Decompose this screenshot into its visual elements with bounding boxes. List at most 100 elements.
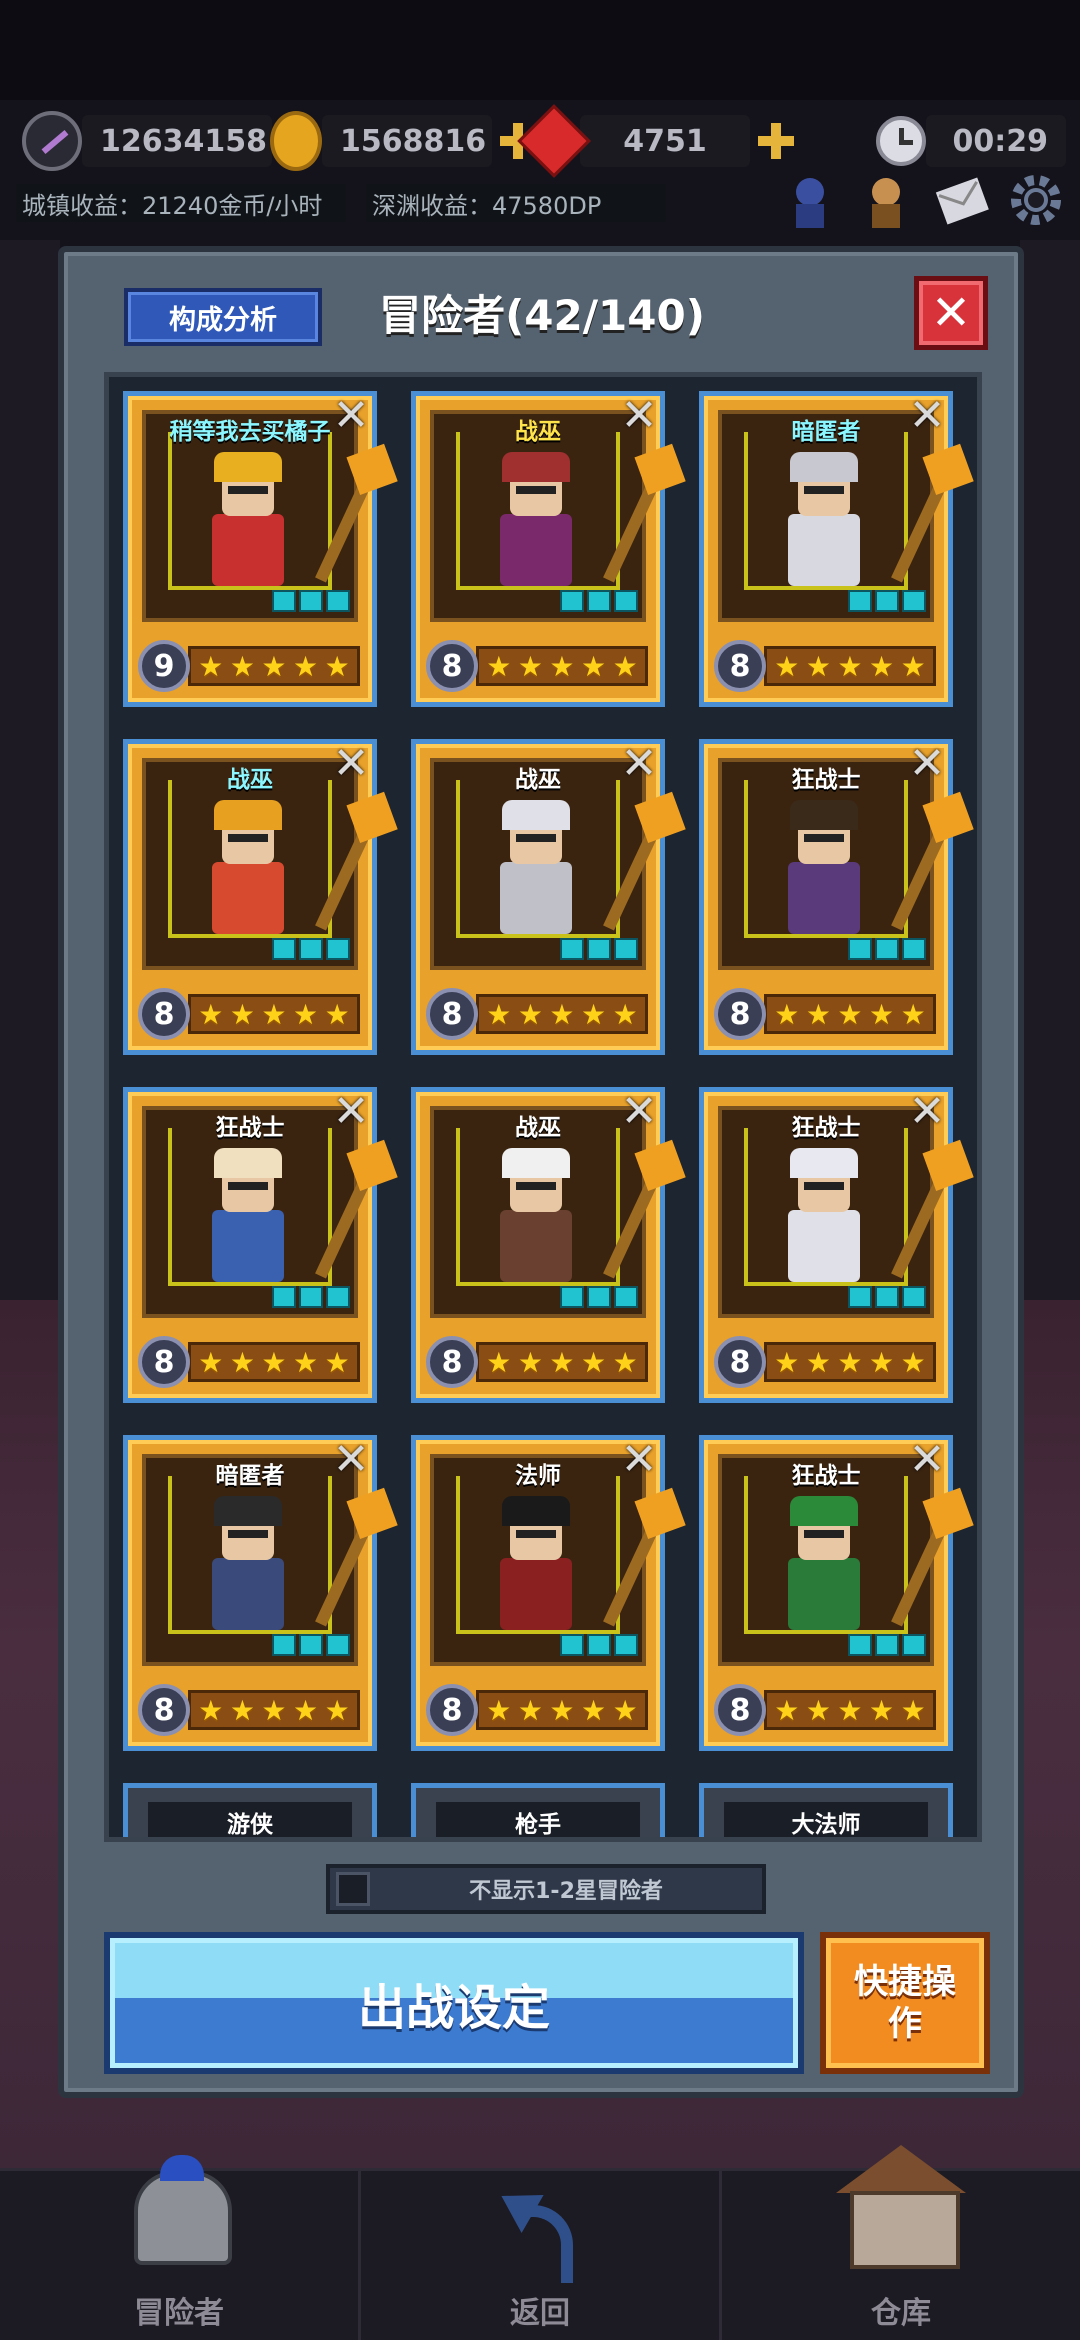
star-icon: ★ xyxy=(900,1345,926,1379)
star-icon: ★ xyxy=(324,1345,350,1379)
equipment-slot-icon xyxy=(560,1286,584,1308)
nav-warehouse[interactable]: 仓库 xyxy=(722,2145,1080,2340)
equipment-slot-icon xyxy=(272,1286,296,1308)
crossed-swords-icon: ✕ xyxy=(332,389,370,441)
adventurer-card[interactable]: 稍等我去买橘子 ✕ 9 ★ ★ ★ ★ ★ xyxy=(123,389,381,707)
adventurer-card[interactable]: 狂战士 ✕ 8 ★ ★ ★ ★ ★ xyxy=(699,1433,957,1751)
star-icon: ★ xyxy=(229,1345,255,1379)
adventurer-card[interactable]: 法师 ✕ 8 ★ ★ ★ ★ ★ xyxy=(411,1433,669,1751)
star-icon: ★ xyxy=(261,997,287,1031)
star-rating: ★ ★ ★ ★ ★ xyxy=(764,646,936,686)
star-icon: ★ xyxy=(774,997,800,1031)
star-icon: ★ xyxy=(293,1345,319,1379)
star-icon: ★ xyxy=(486,1345,512,1379)
star-rating: ★ ★ ★ ★ ★ xyxy=(476,1690,648,1730)
star-icon: ★ xyxy=(293,1693,319,1727)
star-icon: ★ xyxy=(837,1693,863,1727)
abyss-income: 深渊收益：47580DP xyxy=(366,184,666,222)
adventurer-card[interactable]: 狂战士 ✕ 8 ★ ★ ★ ★ ★ xyxy=(123,1086,381,1403)
timer-value: 00:29 xyxy=(926,115,1066,167)
adventurer-card[interactable]: 战巫 ✕ 8 ★ ★ ★ ★ ★ xyxy=(123,738,381,1055)
adventurer-card[interactable]: 战巫 ✕ 8 ★ ★ ★ ★ ★ xyxy=(411,390,669,707)
equipment-slots xyxy=(272,1286,350,1308)
filter-checkbox[interactable] xyxy=(336,1872,370,1906)
adventurer-sprite xyxy=(764,452,884,602)
quick-action-button[interactable]: 快捷操作 xyxy=(820,1932,990,2074)
resource-bar: 12634158 1568816 4751 00:29 xyxy=(0,104,1080,178)
panel-title: 冒险者(42/140) xyxy=(379,291,705,340)
equipment-slots xyxy=(560,1634,638,1656)
star-icon: ★ xyxy=(869,997,895,1031)
crossed-swords-icon: ✕ xyxy=(908,1433,946,1485)
mail-icon[interactable] xyxy=(932,170,992,230)
filter-label: 不显示1-2星冒险者 xyxy=(469,1879,663,1904)
level-badge: 8 xyxy=(138,1684,190,1736)
character-icon[interactable] xyxy=(856,170,916,230)
star-icon: ★ xyxy=(229,997,255,1031)
adventurer-card[interactable]: 狂战士 ✕ 8 ★ ★ ★ ★ ★ xyxy=(699,738,957,1055)
demon-icon[interactable] xyxy=(780,170,840,230)
adventurer-sprite xyxy=(476,1496,596,1646)
star-icon: ★ xyxy=(486,997,512,1031)
equipment-slots xyxy=(848,590,926,612)
adventurer-grid[interactable]: 稍等我去买橘子 ✕ 9 ★ ★ ★ ★ ★ 战巫 ✕ 8 ★ ★ ★ ★ ★ 暗匿者 ✕ 8 ★ ★ ★ ★ ★ 战巫 ✕ 8 ★ ★ ★… xyxy=(104,372,982,1842)
town-income: 城镇收益：21240金币/小时 xyxy=(16,184,346,222)
adventurer-card[interactable]: 暗匿者 ✕ 8 ★ ★ ★ ★ ★ xyxy=(699,389,957,707)
equipment-slot-icon xyxy=(848,590,872,612)
background-top xyxy=(0,0,1080,100)
hide-low-star-filter[interactable]: 不显示1-2星冒险者 xyxy=(326,1864,766,1914)
adventurer-card[interactable]: 狂战士 ✕ 8 ★ ★ ★ ★ ★ xyxy=(699,1086,957,1403)
close-button[interactable]: ✕ xyxy=(914,276,988,350)
crossed-swords-icon: ✕ xyxy=(620,1433,658,1485)
nav-return[interactable]: 返回 xyxy=(361,2171,722,2340)
equipment-slots xyxy=(560,590,638,612)
adventurer-panel: 构成分析 冒险者(42/140) ✕ 稍等我去买橘子 ✕ 9 ★ ★ ★ ★ ★ 战巫 ✕ 8 ★ ★ ★… xyxy=(58,246,1024,2098)
deploy-settings-button[interactable]: 出战设定 xyxy=(104,1932,804,2074)
adventurer-sprite xyxy=(188,452,308,602)
level-badge: 9 xyxy=(138,640,190,692)
equipment-slot-icon xyxy=(902,938,926,960)
star-icon: ★ xyxy=(774,1693,800,1727)
settings-gear-icon[interactable] xyxy=(1006,170,1066,230)
star-icon: ★ xyxy=(774,1345,800,1379)
equipment-slot-icon xyxy=(587,938,611,960)
adventurer-card[interactable]: 战巫 ✕ 8 ★ ★ ★ ★ ★ xyxy=(411,1085,669,1403)
adventurer-card-partial[interactable]: 大法师 xyxy=(699,1783,953,1837)
adventurer-card[interactable]: 暗匿者 ✕ 8 ★ ★ ★ ★ ★ xyxy=(123,1434,381,1751)
equipment-slots xyxy=(560,1286,638,1308)
star-icon: ★ xyxy=(612,1345,638,1379)
crossed-swords-icon: ✕ xyxy=(620,1085,658,1137)
equipment-slot-icon xyxy=(587,590,611,612)
equipment-slots xyxy=(272,590,350,612)
equipment-slot-icon xyxy=(875,938,899,960)
equipment-slot-icon xyxy=(614,938,638,960)
star-icon: ★ xyxy=(581,1345,607,1379)
equipment-slot-icon xyxy=(587,1286,611,1308)
equipment-slot-icon xyxy=(560,590,584,612)
adventurer-card[interactable]: 战巫 ✕ 8 ★ ★ ★ ★ ★ xyxy=(411,738,669,1055)
star-icon: ★ xyxy=(549,1345,575,1379)
crossed-swords-icon: ✕ xyxy=(908,389,946,441)
adventurer-card-partial[interactable]: 枪手 xyxy=(411,1783,665,1837)
star-icon: ★ xyxy=(581,1693,607,1727)
nav-adventurer[interactable]: 冒险者 xyxy=(0,2155,361,2340)
adventurer-class-label: 大法师 xyxy=(724,1802,928,1837)
add-gem-button[interactable] xyxy=(756,121,796,161)
level-badge: 8 xyxy=(714,640,766,692)
equipment-slot-icon xyxy=(299,938,323,960)
star-icon: ★ xyxy=(198,649,224,683)
equipment-slot-icon xyxy=(614,1286,638,1308)
return-arrow-icon xyxy=(495,2179,585,2283)
star-rating: ★ ★ ★ ★ ★ xyxy=(476,646,648,686)
star-icon: ★ xyxy=(261,1345,287,1379)
adventurer-sprite xyxy=(188,800,308,950)
gold-value: 1568816 xyxy=(322,115,492,167)
star-icon: ★ xyxy=(837,649,863,683)
adventurer-card-partial[interactable]: 游侠 xyxy=(123,1783,377,1837)
star-icon: ★ xyxy=(549,997,575,1031)
warehouse-icon xyxy=(836,2145,966,2269)
adventurer-sprite xyxy=(188,1148,308,1298)
gold-resource: 1568816 xyxy=(270,108,538,174)
level-badge: 8 xyxy=(138,1336,190,1388)
equipment-slot-icon xyxy=(272,938,296,960)
